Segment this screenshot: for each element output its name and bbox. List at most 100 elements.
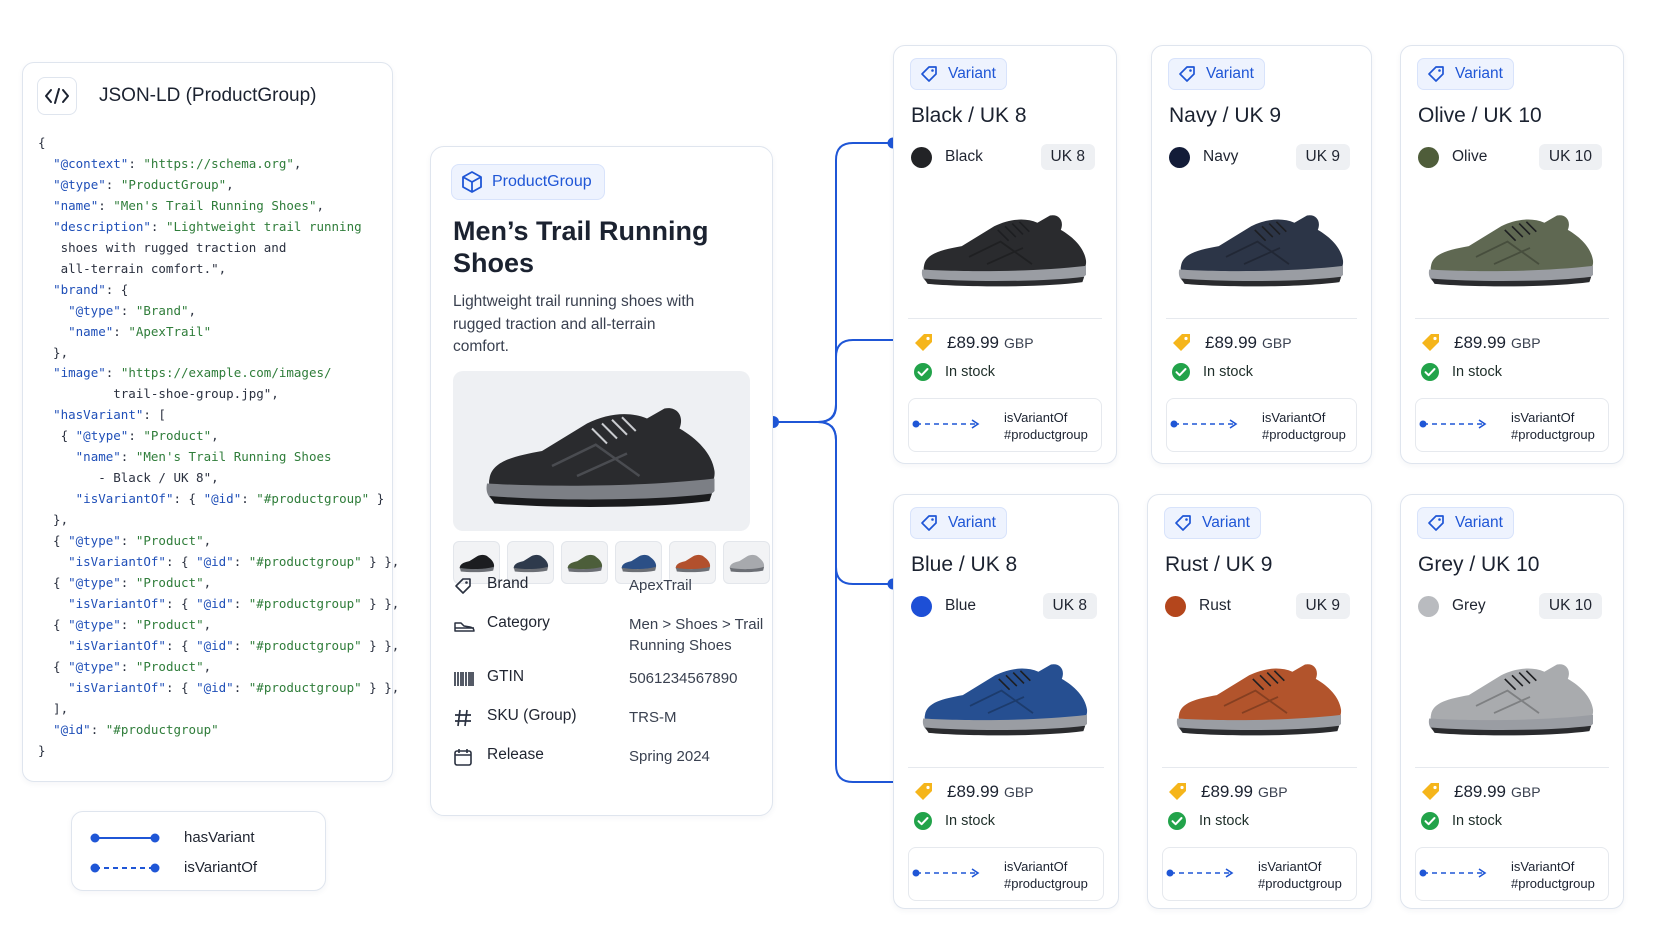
dashed-line-icon bbox=[90, 863, 160, 872]
variant-badge: Variant bbox=[910, 507, 1007, 539]
variant-color-name: Navy bbox=[1203, 148, 1239, 165]
price-currency: GBP bbox=[1511, 784, 1541, 800]
shoe-image bbox=[486, 408, 715, 507]
size-badge: UK 10 bbox=[1538, 144, 1602, 170]
variant-price: £89.99 GBP bbox=[1420, 781, 1541, 803]
variant-color-row: Grey UK 10 bbox=[1418, 593, 1602, 619]
variant-title: Grey / UK 10 bbox=[1418, 553, 1540, 576]
variant-badge-label: Variant bbox=[1455, 65, 1503, 82]
spec-value: ApexTrail bbox=[629, 577, 692, 594]
variant-card[interactable]: Variant Blue / UK 8 Blue UK 8 £89.99 GBP In st… bbox=[893, 494, 1119, 909]
shoe-thumbnail-icon bbox=[567, 554, 602, 572]
json-ld-title: JSON-LD (ProductGroup) bbox=[99, 85, 317, 106]
dashed-arrow-icon bbox=[1419, 419, 1487, 429]
spec-brand: Brand ApexTrail bbox=[453, 575, 692, 597]
variant-stock: In stock bbox=[1167, 811, 1249, 831]
variant-badge: Variant bbox=[910, 58, 1007, 90]
json-ld-header: JSON-LD (ProductGroup) bbox=[37, 77, 317, 115]
variant-shoe-image bbox=[908, 184, 1102, 310]
spec-category: Category Men > Shoes > Trail Running Sho… bbox=[453, 614, 769, 656]
dashed-arrow-icon bbox=[912, 419, 980, 429]
product-group-image bbox=[453, 371, 750, 531]
divider bbox=[908, 318, 1102, 319]
has-variant-line bbox=[773, 142, 893, 423]
variant-title: Black / UK 8 bbox=[911, 104, 1027, 127]
check-circle-icon bbox=[1172, 363, 1190, 381]
shoe-thumbnail-icon bbox=[675, 554, 710, 572]
relation-target: #productgroup bbox=[1258, 876, 1342, 891]
variant-card[interactable]: Variant Olive / UK 10 Olive UK 10 £89.99 GBP I… bbox=[1400, 45, 1624, 464]
color-dot bbox=[911, 595, 932, 617]
price-currency: GBP bbox=[1004, 784, 1034, 800]
relation-text: isVariantOf #productgroup bbox=[1004, 409, 1088, 443]
variant-card[interactable]: Variant Grey / UK 10 Grey UK 10 £89.99 GBP In … bbox=[1400, 494, 1624, 909]
variant-color-row: Olive UK 10 bbox=[1418, 144, 1602, 170]
shoe-thumbnail-icon bbox=[729, 554, 764, 572]
variant-card[interactable]: Variant Black / UK 8 Black UK 8 £89.99 GBP In … bbox=[893, 45, 1117, 464]
legend-label: hasVariant bbox=[184, 829, 255, 846]
tag-icon bbox=[921, 515, 937, 531]
shoe-icon bbox=[453, 614, 477, 636]
check-circle-icon bbox=[914, 812, 932, 830]
relation-text: isVariantOf #productgroup bbox=[1511, 858, 1595, 892]
dashed-arrow-icon bbox=[1170, 419, 1238, 429]
size-badge: UK 8 bbox=[1040, 144, 1095, 170]
spec-gtin: GTIN 5061234567890 bbox=[453, 668, 737, 690]
dashed-arrow-icon bbox=[1166, 868, 1234, 878]
variant-color-name: Rust bbox=[1199, 597, 1231, 614]
relation-target: #productgroup bbox=[1004, 876, 1088, 891]
variant-title: Blue / UK 8 bbox=[911, 553, 1018, 576]
shoe-thumbnail-icon bbox=[513, 554, 548, 572]
price-currency: GBP bbox=[1511, 335, 1541, 351]
hash-icon bbox=[453, 707, 477, 729]
relation-target: #productgroup bbox=[1511, 876, 1595, 891]
size-badge: UK 10 bbox=[1538, 593, 1602, 619]
variant-badge: Variant bbox=[1168, 58, 1265, 90]
solid-line-icon bbox=[90, 833, 160, 842]
variant-card[interactable]: Variant Navy / UK 9 Navy UK 9 £89.99 GBP In st… bbox=[1151, 45, 1372, 464]
variant-stock: In stock bbox=[1171, 362, 1253, 382]
legend-item-has-variant: hasVariant bbox=[90, 829, 255, 846]
size-badge: UK 9 bbox=[1295, 593, 1350, 619]
is-variant-of-relation: isVariantOf #productgroup bbox=[1162, 847, 1357, 901]
is-variant-of-relation: isVariantOf #productgroup bbox=[1166, 398, 1357, 452]
price-tag-icon bbox=[1169, 783, 1186, 800]
relation-label: isVariantOf bbox=[1004, 410, 1068, 425]
variant-stock: In stock bbox=[1420, 362, 1502, 382]
price-tag-icon bbox=[1422, 334, 1439, 351]
price-currency: GBP bbox=[1262, 335, 1292, 351]
variant-shoe-image bbox=[1162, 633, 1357, 759]
dashed-arrow-icon bbox=[912, 868, 980, 878]
dashed-arrow-icon bbox=[1419, 868, 1487, 878]
divider bbox=[1415, 767, 1609, 768]
is-variant-of-relation: isVariantOf #productgroup bbox=[1415, 398, 1609, 452]
has-variant-line bbox=[817, 421, 893, 585]
code-brackets-icon bbox=[37, 77, 77, 115]
price-tag-icon bbox=[1173, 334, 1190, 351]
relation-target: #productgroup bbox=[1004, 427, 1088, 442]
variant-card[interactable]: Variant Rust / UK 9 Rust UK 9 £89.99 GBP In st… bbox=[1147, 494, 1372, 909]
variant-badge-label: Variant bbox=[948, 514, 996, 531]
stock-status: In stock bbox=[1199, 813, 1249, 829]
legend-item-is-variant-of: isVariantOf bbox=[90, 859, 257, 876]
variant-color-name: Blue bbox=[945, 597, 977, 614]
spec-value: TRS-M bbox=[629, 709, 677, 726]
variant-badge: Variant bbox=[1164, 507, 1261, 539]
color-swatch[interactable] bbox=[723, 541, 770, 584]
has-variant-line bbox=[817, 339, 900, 423]
variant-price: £89.99 GBP bbox=[1420, 332, 1541, 354]
tag-icon bbox=[1175, 515, 1191, 531]
size-badge: UK 9 bbox=[1295, 144, 1350, 170]
check-circle-icon bbox=[1421, 812, 1439, 830]
spec-label: Category bbox=[487, 614, 550, 631]
check-circle-icon bbox=[1421, 363, 1439, 381]
variant-badge: Variant bbox=[1417, 58, 1514, 90]
has-variant-line bbox=[817, 421, 900, 783]
tag-icon bbox=[1428, 66, 1444, 82]
relation-target: #productgroup bbox=[1262, 427, 1346, 442]
variant-price: £89.99 GBP bbox=[913, 332, 1034, 354]
color-dot bbox=[1165, 595, 1186, 617]
variant-stock: In stock bbox=[913, 362, 995, 382]
spec-value: Spring 2024 bbox=[629, 748, 710, 765]
relation-text: isVariantOf #productgroup bbox=[1262, 409, 1346, 443]
